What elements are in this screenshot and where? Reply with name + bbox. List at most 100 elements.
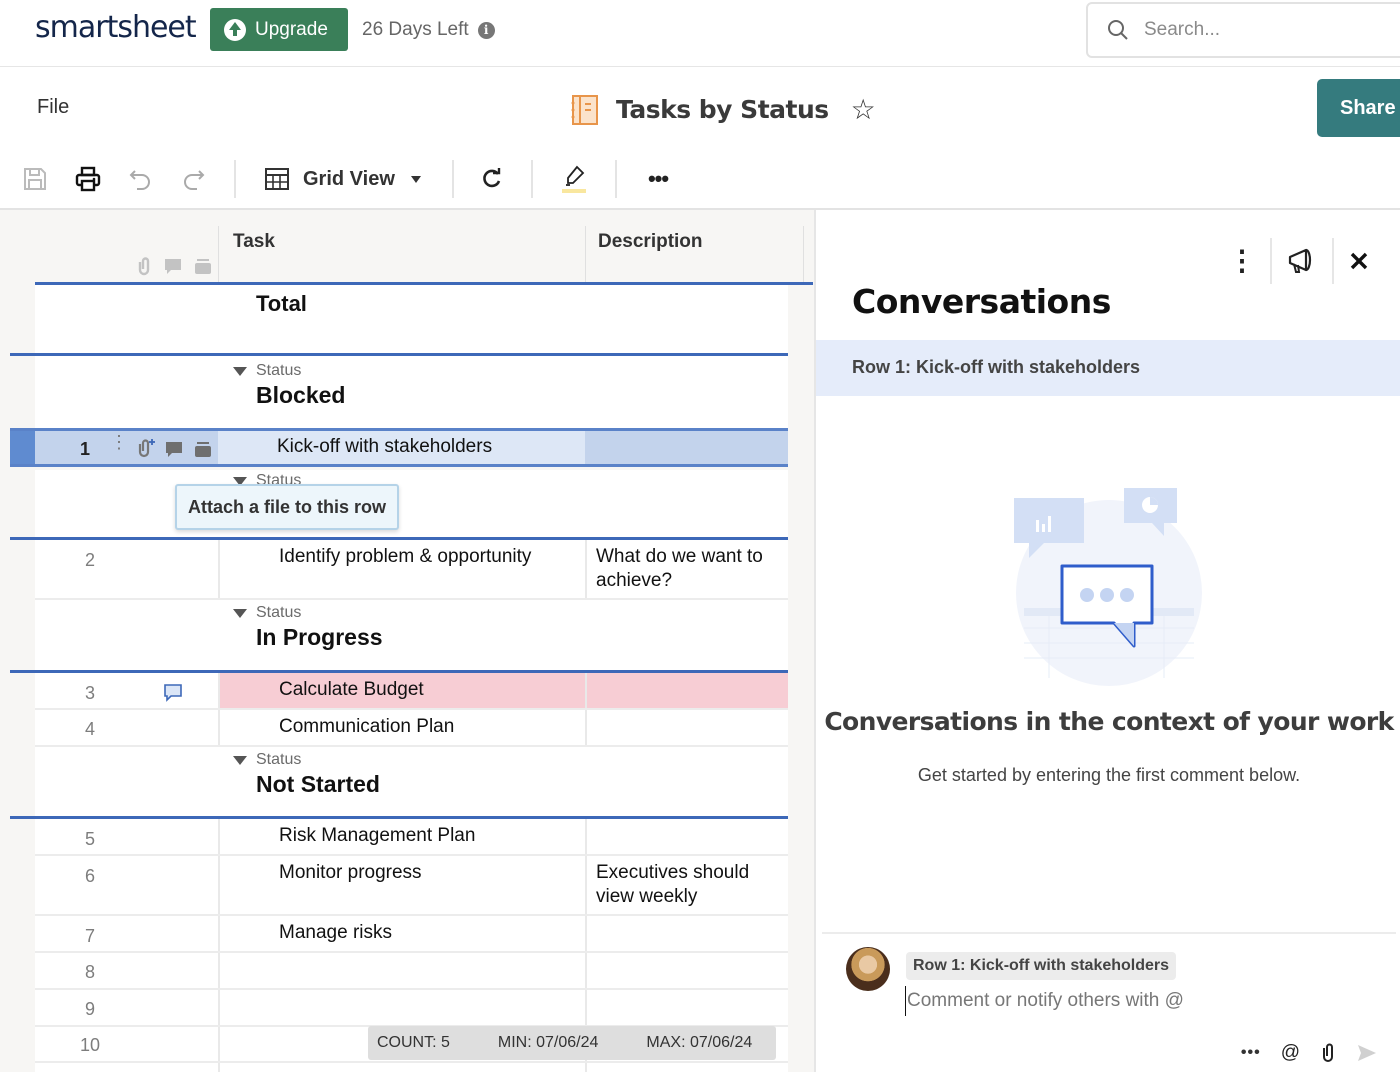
group-header-in-progress[interactable]: Status In Progress	[35, 600, 788, 670]
group-title: In Progress	[256, 624, 383, 650]
task-cell[interactable]: Communication Plan	[218, 710, 585, 745]
grid-view-icon	[265, 168, 289, 190]
row-number: 9	[84, 999, 95, 1019]
ellipsis-icon: •••	[647, 166, 669, 191]
send-icon[interactable]	[1356, 1043, 1378, 1063]
table-row[interactable]: 9	[35, 990, 788, 1027]
top-bar: smartsheet Upgrade 26 Days Left i	[0, 0, 1400, 67]
table-row[interactable]: 4 Communication Plan	[35, 710, 788, 747]
summary-count: COUNT: 5	[377, 1034, 450, 1051]
search-input[interactable]	[1144, 19, 1344, 41]
print-button[interactable]	[73, 164, 103, 194]
proofing-icon[interactable]	[193, 439, 213, 459]
panel-action-divider	[1332, 238, 1334, 284]
view-switcher[interactable]: Grid View	[264, 164, 424, 194]
table-row[interactable]: 8	[35, 953, 788, 990]
toolbar-divider	[531, 160, 533, 198]
attachment-icon[interactable]	[1320, 1042, 1336, 1064]
task-cell[interactable]: Identify problem & opportunity	[218, 540, 585, 598]
selection-summary-bar: COUNT: 5 MIN: 07/06/24 MAX: 07/06/24	[368, 1026, 776, 1060]
task-cell[interactable]	[218, 990, 585, 1025]
collapse-triangle-icon[interactable]	[233, 366, 247, 376]
toolbar-divider	[234, 160, 236, 198]
toolbar-divider	[452, 160, 454, 198]
upgrade-button[interactable]: Upgrade	[210, 8, 348, 51]
mention-icon[interactable]: @	[1281, 1042, 1300, 1064]
comment-indicator-icon[interactable]	[163, 682, 183, 702]
conversation-row-context[interactable]: Row 1: Kick-off with stakeholders	[816, 340, 1400, 396]
task-cell[interactable]: Kick-off with stakeholders	[218, 431, 585, 464]
comment-input[interactable]	[905, 986, 1365, 1016]
column-header-description[interactable]: Description	[585, 226, 803, 282]
refresh-button[interactable]	[478, 164, 506, 194]
total-row: Total	[35, 285, 788, 355]
more-options-button[interactable]: •••	[643, 164, 673, 194]
task-cell[interactable]	[218, 953, 585, 988]
row-selection-handle[interactable]	[10, 431, 35, 464]
close-icon[interactable]	[1348, 250, 1370, 272]
upgrade-arrow-icon	[224, 18, 246, 41]
group-title: Blocked	[256, 382, 346, 408]
megaphone-icon[interactable]	[1286, 245, 1318, 277]
collapse-triangle-icon[interactable]	[233, 755, 247, 765]
summary-min: MIN: 07/06/24	[497, 1034, 599, 1051]
file-menu[interactable]: File	[37, 96, 69, 119]
table-row[interactable]: 6 Monitor progress Executives should vie…	[35, 856, 788, 916]
column-header-task[interactable]: Task	[220, 226, 585, 282]
table-row[interactable]: 7 Manage risks	[35, 916, 788, 953]
group-header-hidden[interactable]: Status	[35, 470, 788, 537]
undo-button[interactable]	[126, 164, 156, 194]
info-icon[interactable]: i	[477, 21, 495, 39]
task-cell[interactable]: Monitor progress	[218, 856, 585, 914]
row-action-menu-icon[interactable]: ⋮	[110, 433, 128, 451]
panel-actions: ⋮	[1228, 238, 1370, 284]
comment-icon[interactable]	[164, 439, 184, 459]
conversations-illustration	[1014, 488, 1202, 686]
description-cell[interactable]: Executives should view weekly	[585, 856, 788, 914]
description-cell[interactable]	[585, 673, 788, 708]
description-cell[interactable]	[585, 990, 788, 1025]
view-label: Grid View	[303, 167, 395, 190]
undo-icon	[129, 170, 150, 190]
sheet-title: Tasks by Status	[616, 95, 829, 124]
panel-more-options-icon[interactable]: ⋮	[1228, 247, 1256, 275]
search-box[interactable]	[1086, 2, 1400, 58]
task-cell[interactable]: Risk Management Plan	[218, 819, 585, 854]
toolbar-divider	[615, 160, 617, 198]
highlight-changes-button[interactable]	[560, 164, 588, 194]
highlighter-icon	[566, 165, 585, 186]
comment-icon	[165, 259, 181, 274]
row-number: 2	[84, 550, 95, 570]
row-reference-chip[interactable]: Row 1: Kick-off with stakeholders	[906, 952, 1177, 980]
total-label: Total	[256, 291, 307, 316]
table-row[interactable]: 3 Calculate Budget	[35, 673, 788, 710]
task-cell[interactable]: Calculate Budget	[218, 673, 585, 708]
task-cell[interactable]: Manage risks	[218, 916, 585, 951]
description-cell[interactable]	[585, 819, 788, 854]
row-number: 3	[84, 683, 95, 703]
composer-more-icon[interactable]: •••	[1241, 1044, 1261, 1062]
share-button[interactable]: Share	[1317, 79, 1400, 137]
redo-icon	[184, 170, 205, 190]
table-row[interactable]: 5 Risk Management Plan	[35, 819, 788, 856]
composer-divider	[822, 932, 1396, 934]
smartsheet-logo[interactable]: smartsheet	[35, 10, 197, 45]
table-row[interactable]: 2 Identify problem & opportunity What do…	[35, 540, 788, 600]
group-header-blocked[interactable]: Status Blocked	[35, 356, 788, 428]
favorite-star-icon[interactable]: ☆	[851, 93, 876, 126]
sheet-title-area: Tasks by Status ☆	[570, 93, 876, 126]
group-field-text: Status	[256, 751, 302, 768]
attach-file-icon[interactable]	[135, 437, 157, 459]
empty-state-subtitle: Get started by entering the first commen…	[917, 765, 1301, 785]
group-field-label: Status	[233, 751, 301, 769]
group-header-not-started[interactable]: Status Not Started	[35, 747, 788, 816]
table-row-selected[interactable]: 1 ⋮ Kick-off with stakeholders	[10, 428, 788, 467]
redo-button[interactable]	[178, 164, 208, 194]
description-cell[interactable]: What do we want to achieve?	[585, 540, 788, 598]
collapse-triangle-icon[interactable]	[233, 608, 247, 618]
description-cell[interactable]	[585, 710, 788, 745]
highlight-color-bar	[562, 189, 586, 193]
save-button[interactable]	[20, 164, 50, 194]
description-cell[interactable]	[585, 953, 788, 988]
description-cell[interactable]	[585, 916, 788, 951]
